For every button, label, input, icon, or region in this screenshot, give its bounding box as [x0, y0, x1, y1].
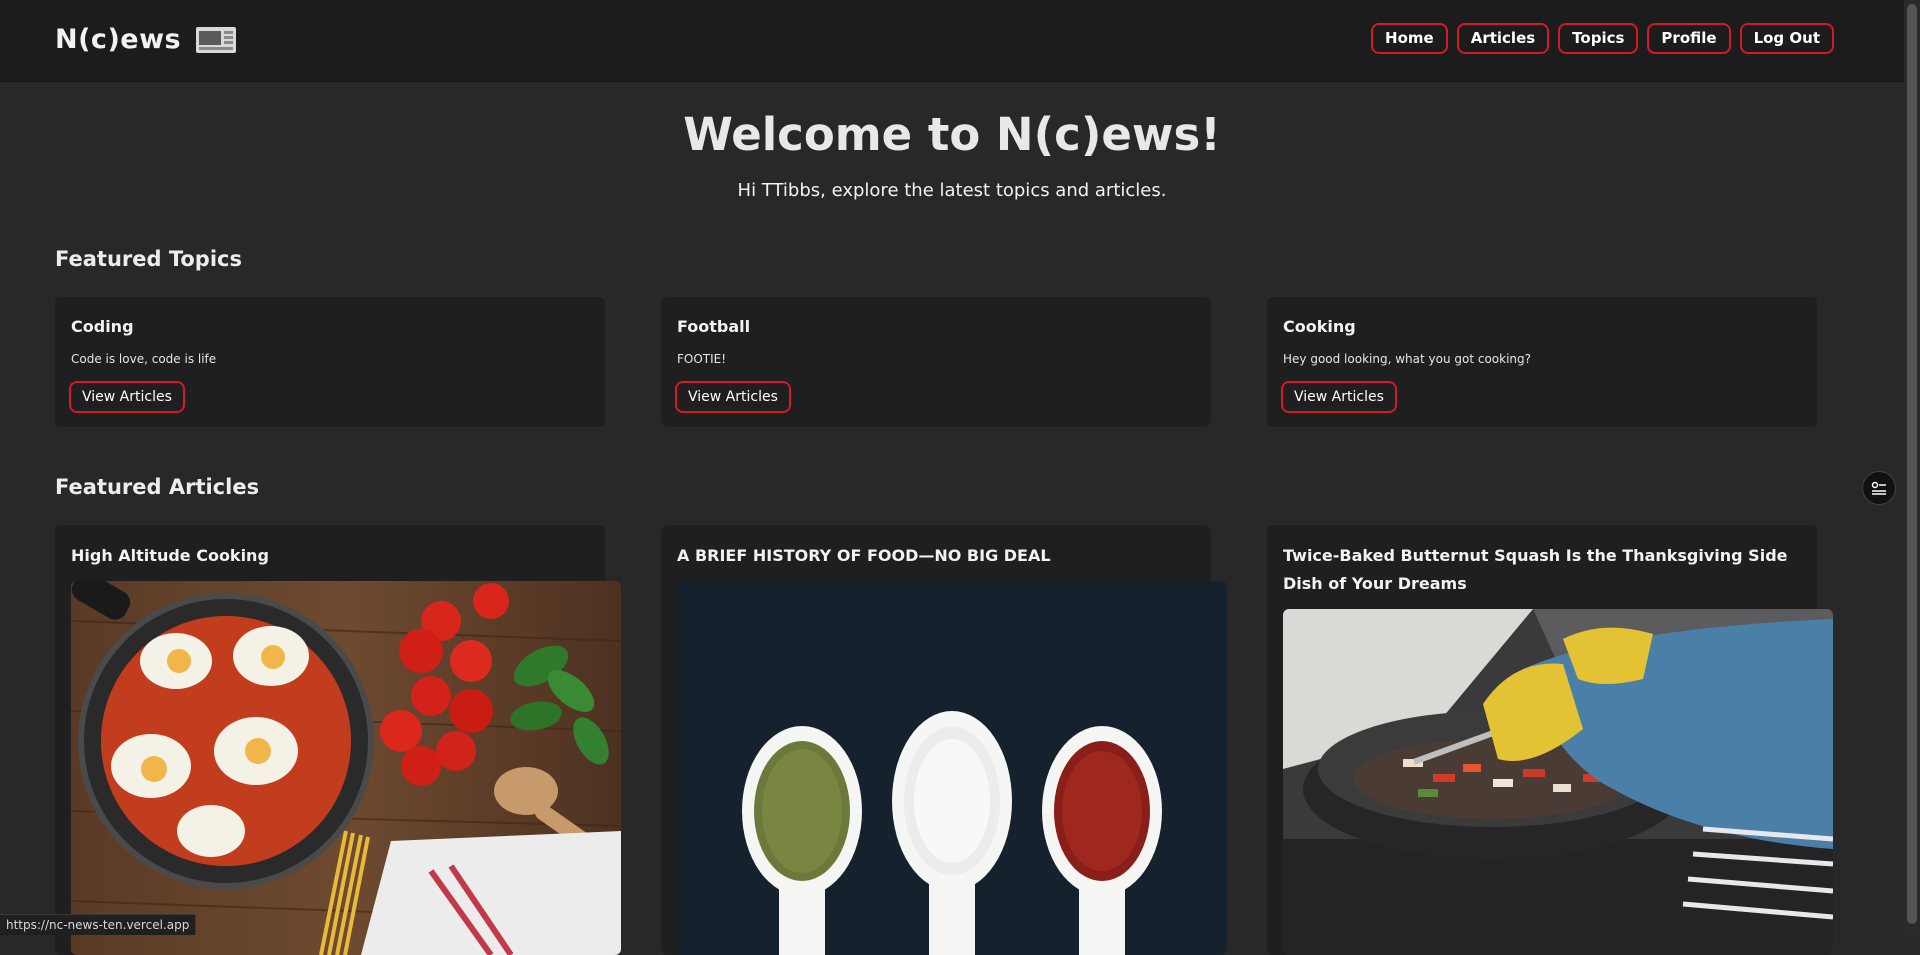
site-header: N(c)ews Home Articles Topics Profile Log…	[0, 0, 1904, 82]
topic-description: Hey good looking, what you got cooking?	[1283, 352, 1531, 366]
featured-articles-heading: Featured Articles	[55, 475, 260, 499]
page-title: Welcome to N(c)ews!	[683, 108, 1221, 161]
scrollbar-thumb[interactable]	[1907, 4, 1917, 924]
view-articles-button[interactable]: View Articles	[69, 381, 185, 413]
topic-card-football: Football FOOTIE! View Articles	[661, 297, 1211, 427]
article-title[interactable]: Twice-Baked Butternut Squash Is the Than…	[1283, 542, 1808, 598]
topic-name: Coding	[71, 317, 134, 336]
status-bar-url: https://nc-news-ten.vercel.app	[0, 914, 197, 935]
article-title[interactable]: High Altitude Cooking	[71, 542, 596, 570]
settings-sliders-button[interactable]	[1862, 471, 1896, 505]
view-articles-button[interactable]: View Articles	[675, 381, 791, 413]
topic-description: Code is love, code is life	[71, 352, 217, 366]
nav-articles-button[interactable]: Articles	[1456, 23, 1550, 54]
newspaper-icon	[196, 26, 237, 53]
welcome-subtitle: Hi TTibbs, explore the latest topics and…	[737, 180, 1167, 201]
topic-card-coding: Coding Code is love, code is life View A…	[55, 297, 605, 427]
shakshuka-pan-photo[interactable]	[71, 581, 621, 955]
page-scrollbar[interactable]	[1904, 0, 1920, 935]
article-title[interactable]: A BRIEF HISTORY OF FOOD—NO BIG DEAL	[677, 542, 1202, 570]
nav-logout-button[interactable]: Log Out	[1739, 23, 1834, 54]
view-articles-button[interactable]: View Articles	[1281, 381, 1397, 413]
nav-topics-button[interactable]: Topics	[1558, 23, 1639, 54]
topic-card-cooking: Cooking Hey good looking, what you got c…	[1267, 297, 1817, 427]
logo-text: N(c)ews	[55, 24, 182, 55]
settings-sliders-icon	[1871, 481, 1886, 495]
article-card[interactable]: A BRIEF HISTORY OF FOOD—NO BIG DEAL	[661, 525, 1227, 955]
article-card[interactable]: High Altitude Cooking	[55, 525, 621, 955]
site-logo[interactable]: N(c)ews	[55, 24, 237, 55]
nav-home-button[interactable]: Home	[1371, 23, 1448, 54]
topic-name: Football	[677, 317, 751, 336]
main-nav: Home Articles Topics Profile Log Out	[1371, 23, 1834, 54]
featured-topics-heading: Featured Topics	[55, 247, 242, 271]
nav-profile-button[interactable]: Profile	[1647, 23, 1731, 54]
spice-spoons-photo[interactable]	[677, 581, 1227, 955]
wok-cooking-photo[interactable]	[1283, 609, 1833, 955]
topic-name: Cooking	[1283, 317, 1356, 336]
topic-description: FOOTIE!	[677, 352, 727, 366]
article-card[interactable]: Twice-Baked Butternut Squash Is the Than…	[1267, 525, 1833, 955]
